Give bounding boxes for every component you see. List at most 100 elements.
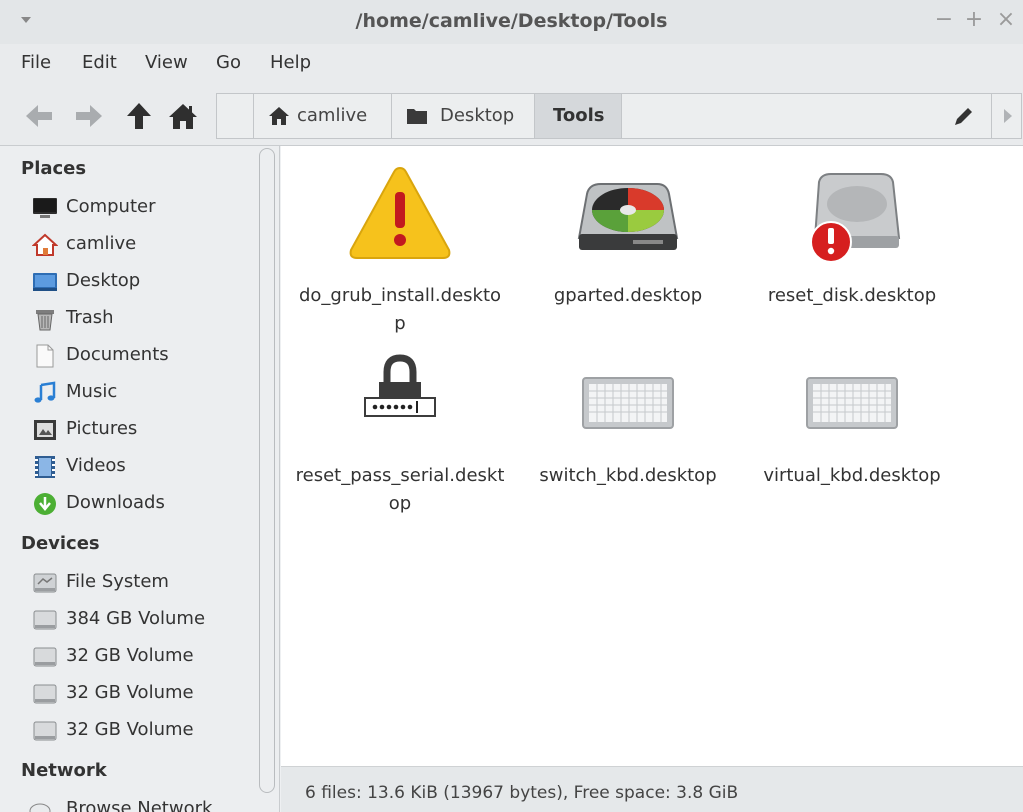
path-bar: camlive Desktop Tools [216, 93, 1022, 139]
file-item-reset-disk[interactable]: reset_disk.desktop [747, 164, 957, 334]
file-item-do-grub-install[interactable]: do_grub_install.deskto p [295, 164, 505, 334]
file-item-virtual-kbd[interactable]: virtual_kbd.desktop [747, 344, 957, 514]
warning-icon [349, 166, 451, 259]
sidebar-item-label: 32 GB Volume [66, 645, 194, 666]
file-name: do_grub_install.deskto p [298, 285, 502, 334]
sidebar-item-label: Desktop [66, 270, 141, 291]
pencil-icon[interactable] [951, 105, 975, 129]
home-icon [32, 233, 58, 256]
trash-icon [36, 310, 54, 331]
file-name: gparted.desktop [553, 285, 703, 306]
sidebar-item-label: camlive [66, 233, 137, 254]
file-icon-view: do_grub_install.deskto p gparted.desktop… [281, 146, 1023, 766]
sidebar-item-label: Computer [66, 196, 156, 217]
breadcrumb-tools[interactable]: Tools [535, 94, 622, 138]
devices-heading: Devices [21, 533, 100, 554]
sidebar-item-computer[interactable]: Computer [32, 192, 264, 224]
file-name: switch_kbd.desktop [539, 465, 717, 486]
network-heading: Network [21, 760, 107, 781]
places-heading: Places [21, 158, 87, 179]
sidebar-item-label: Music [66, 381, 118, 402]
breadcrumb-label: camlive [297, 105, 368, 126]
network-icon [29, 803, 51, 812]
sidebar-item-camlive[interactable]: camlive [32, 229, 264, 261]
status-text: 6 files: 13.6 KiB (13967 bytes), Free sp… [305, 783, 739, 803]
sidebar-item-label: Videos [66, 455, 126, 476]
file-name: reset_pass_serial.deskt op [295, 465, 505, 514]
sidebar-item-volume-32gb[interactable]: 32 GB Volume [32, 641, 264, 673]
up-arrow-icon[interactable] [122, 100, 156, 132]
menu-help[interactable]: Help [270, 52, 311, 73]
sidebar-item-label: Downloads [66, 492, 165, 513]
sidebar-item-label: Pictures [66, 418, 138, 439]
videos-icon [35, 456, 55, 478]
file-item-switch-kbd[interactable]: switch_kbd.desktop [523, 344, 733, 514]
breadcrumb-camlive[interactable]: camlive [254, 94, 392, 138]
sidebar-item-pictures[interactable]: Pictures [32, 414, 264, 446]
sidebar-item-browse-network[interactable]: Browse Network [29, 794, 264, 812]
sidebar-item-volume-32gb[interactable]: 32 GB Volume [32, 678, 264, 710]
close-button[interactable]: × [994, 8, 1018, 32]
path-right-button[interactable] [991, 94, 1023, 138]
keyboard-icon [806, 377, 898, 429]
desktop-icon [33, 273, 57, 291]
breadcrumb-label: Desktop [440, 105, 515, 126]
forward-arrow-icon[interactable] [72, 100, 106, 132]
breadcrumb-desktop[interactable]: Desktop [392, 94, 535, 138]
menu-bar: File Edit View Go Help [0, 44, 1023, 86]
menu-file[interactable]: File [21, 52, 51, 73]
sidebar-item-volume-384gb[interactable]: 384 GB Volume [32, 604, 264, 636]
sidebar-item-label: File System [66, 571, 169, 592]
sidebar-item-label: 384 GB Volume [66, 608, 206, 629]
title-bar: /home/camlive/Desktop/Tools − + × [0, 0, 1023, 44]
drive-icon [33, 684, 57, 704]
sidebar-item-music[interactable]: Music [32, 377, 264, 409]
sidebar-item-trash[interactable]: Trash [32, 303, 264, 335]
menu-edit[interactable]: Edit [82, 52, 117, 73]
sidebar-item-file-system[interactable]: File System [32, 567, 264, 599]
home-icon [269, 107, 289, 125]
sidebar: Places Computer camlive Desktop Trash Do… [0, 146, 280, 812]
file-item-gparted[interactable]: gparted.desktop [523, 164, 733, 334]
file-item-reset-pass-serial[interactable]: reset_pass_serial.deskt op [295, 344, 505, 514]
path-left-button[interactable] [217, 94, 254, 138]
menu-go[interactable]: Go [216, 52, 241, 73]
folder-icon [407, 109, 427, 124]
path-right-icon [1004, 109, 1012, 123]
sidebar-item-label: Browse Network [66, 798, 213, 812]
menu-view[interactable]: View [145, 52, 188, 73]
sidebar-item-label: Trash [66, 307, 114, 328]
password-lock-icon [364, 354, 436, 417]
music-icon [34, 381, 56, 403]
sidebar-item-label: Documents [66, 344, 169, 365]
sidebar-item-videos[interactable]: Videos [32, 451, 264, 483]
disk-error-icon [810, 173, 901, 263]
gparted-icon [577, 183, 679, 250]
minimize-button[interactable]: − [932, 8, 956, 32]
downloads-icon [34, 493, 56, 515]
documents-icon [36, 344, 54, 368]
drive-icon [33, 610, 57, 630]
filesystem-icon [33, 573, 57, 593]
file-name: reset_disk.desktop [767, 285, 937, 306]
sidebar-item-desktop[interactable]: Desktop [32, 266, 264, 298]
breadcrumb-label: Tools [553, 105, 605, 126]
sidebar-item-downloads[interactable]: Downloads [32, 488, 264, 520]
home-icon[interactable] [166, 100, 200, 132]
keyboard-icon [582, 377, 674, 429]
sidebar-item-documents[interactable]: Documents [32, 340, 264, 372]
sidebar-item-volume-32gb[interactable]: 32 GB Volume [32, 715, 264, 747]
drive-icon [33, 647, 57, 667]
sidebar-item-label: 32 GB Volume [66, 719, 194, 740]
drive-icon [33, 721, 57, 741]
sidebar-item-label: 32 GB Volume [66, 682, 194, 703]
computer-icon [33, 198, 57, 218]
window-title: /home/camlive/Desktop/Tools [355, 10, 668, 32]
maximize-button[interactable]: + [962, 8, 986, 32]
back-arrow-icon[interactable] [22, 100, 56, 132]
toolbar: camlive Desktop Tools [0, 86, 1023, 146]
pictures-icon [34, 420, 56, 440]
file-name: virtual_kbd.desktop [763, 465, 941, 486]
sidebar-scrollbar[interactable] [259, 148, 275, 793]
status-bar: 6 files: 13.6 KiB (13967 bytes), Free sp… [281, 766, 1023, 812]
